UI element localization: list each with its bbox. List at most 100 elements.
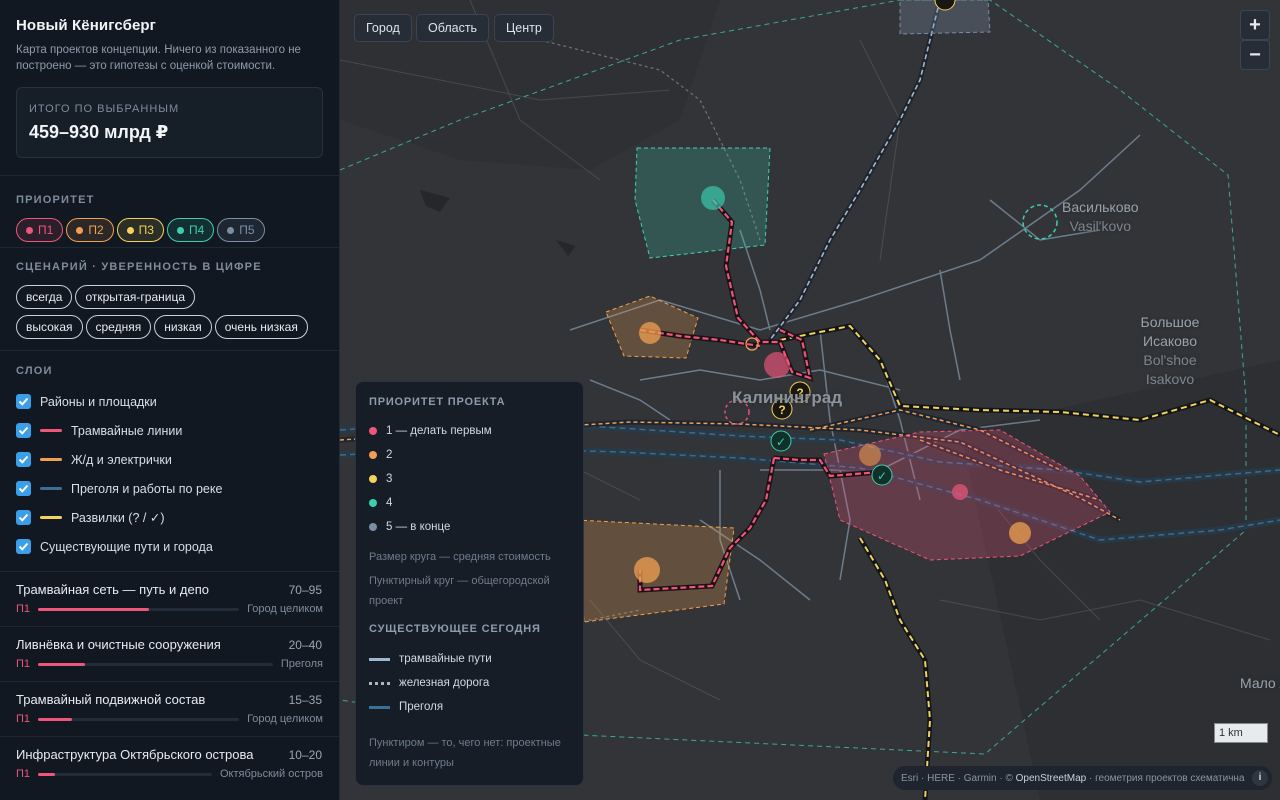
attribution-osm-link[interactable]: OpenStreetMap	[1016, 773, 1087, 784]
priority-filters: П1 П2 П3 П4 П5	[16, 218, 323, 242]
checkbox-checked-icon[interactable]	[16, 510, 31, 525]
layer-tram[interactable]: Трамвайные линии	[16, 416, 323, 445]
scenario-chip-always[interactable]: всегда	[16, 285, 73, 309]
scenario-chip-high[interactable]: высокая	[16, 315, 83, 339]
project-scope: Октябрьский остров	[219, 768, 323, 780]
info-icon[interactable]: i	[1252, 770, 1268, 786]
total-label: ИТОГО ПО ВЫБРАННЫМ	[29, 103, 180, 115]
scenario-chip-open-border[interactable]: открытая-граница	[75, 285, 196, 309]
layer-swatch	[40, 487, 62, 490]
scenario-chip-very-low[interactable]: очень низкая	[214, 315, 308, 339]
legend-note-size: Размер круга — средняя стоимость	[369, 551, 551, 563]
project-circle-p2[interactable]	[1009, 522, 1031, 544]
project-scope: Преголя	[280, 658, 323, 670]
priority-dot	[227, 226, 235, 234]
layer-label: Трамвайные линии	[71, 423, 183, 438]
town-label-ru: Большое Исаково	[1140, 314, 1200, 349]
priority-dot	[76, 226, 84, 234]
scope-button-city[interactable]: Город	[354, 14, 412, 42]
project-circle-p4[interactable]	[701, 186, 725, 210]
scope-button-region[interactable]: Область	[416, 14, 490, 42]
scenario-chip-medium[interactable]: средняя	[85, 315, 152, 339]
project-cost-bar-fill	[38, 772, 56, 776]
priority-section: ПРИОРИТЕТ П1 П2 П3 П4 П5	[0, 175, 339, 242]
project-circle-p1[interactable]	[764, 352, 790, 378]
legend-label: 3	[386, 473, 393, 485]
legend-priority-list: 1 — делать первым 2 3 4 5 — в конце	[369, 419, 570, 539]
town-label-vasilkovo: Васильково Vasil'kovo	[1062, 198, 1139, 236]
checkbox-checked-icon[interactable]	[16, 481, 31, 496]
fork-marker-check[interactable]: ✓	[770, 430, 792, 452]
project-item[interactable]: Ливнёвка и очистные сооружения 20–40 П1 П…	[0, 626, 339, 681]
scenario-chip-low[interactable]: низкая	[154, 315, 212, 339]
zoom-in-button[interactable]: +	[1240, 10, 1270, 40]
legend-dot	[369, 427, 377, 435]
project-cost-bar	[38, 772, 212, 776]
priority-filter-p3[interactable]: П3	[116, 218, 164, 242]
scale-bar: 1 km	[1214, 723, 1268, 743]
legend-existing-rail: железная дорога	[369, 671, 570, 695]
project-circle-p2[interactable]	[634, 557, 660, 583]
project-scope: Город целиком	[247, 713, 323, 725]
scope-button-center[interactable]: Центр	[494, 14, 554, 42]
priority-dot	[26, 226, 33, 234]
checkbox-checked-icon[interactable]	[16, 452, 31, 467]
legend-line-river	[369, 705, 390, 709]
priority-filter-p4[interactable]: П4	[166, 218, 215, 242]
project-circle-vasilkovo[interactable]	[1022, 204, 1058, 240]
legend-line-rail	[369, 681, 390, 685]
layers-list: Районы и площадки Трамвайные линии Ж/д и…	[16, 387, 323, 561]
map-canvas[interactable]: ? ? ✓ ✓ Калининград Васильково Vasil'kov…	[340, 0, 1280, 800]
legend-dot	[369, 451, 377, 459]
layer-rail[interactable]: Ж/д и электрички	[16, 445, 323, 474]
scenario-chips-row-1: всегда открытая-граница	[16, 285, 323, 309]
priority-filter-p2[interactable]: П2	[66, 218, 114, 242]
project-circle-p1[interactable]	[952, 484, 968, 500]
legend-line-tram	[369, 657, 390, 661]
project-item[interactable]: Трамвайная сеть — путь и депо 70–95 П1 Го…	[0, 571, 339, 626]
legend-priority-item: 2	[369, 443, 570, 467]
fork-marker-check[interactable]: ✓	[871, 464, 893, 486]
project-cost-bar	[38, 717, 240, 721]
project-list: Трамвайная сеть — путь и депо 70–95 П1 Го…	[0, 571, 339, 791]
project-circle-p2[interactable]	[639, 322, 661, 344]
map-legend: ПРИОРИТЕТ ПРОЕКТА 1 — делать первым 2 3 …	[355, 381, 584, 786]
layer-swatch	[40, 458, 62, 461]
project-item[interactable]: Инфраструктура Октябрьского острова 10–2…	[0, 736, 339, 791]
layer-label: Преголя и работы по реке	[71, 481, 223, 496]
checkbox-checked-icon[interactable]	[16, 539, 31, 554]
priority-label: П2	[88, 223, 104, 237]
city-label-kaliningrad: Калининград	[732, 388, 842, 407]
legend-label: 2	[386, 449, 393, 461]
layer-districts[interactable]: Районы и площадки	[16, 387, 323, 416]
layer-forks[interactable]: Развилки (? / ✓)	[16, 503, 323, 532]
legend-dot	[369, 499, 377, 507]
checkbox-checked-icon[interactable]	[16, 394, 31, 409]
project-cost-bar	[38, 662, 273, 666]
legend-title: ПРИОРИТЕТ ПРОЕКТА	[369, 396, 506, 408]
legend-existing-title: СУЩЕСТВУЮЩЕЕ СЕГОДНЯ	[369, 623, 541, 635]
project-priority: П1	[16, 603, 31, 615]
project-name: Трамвайный подвижной состав	[16, 692, 206, 707]
layer-label: Существующие пути и города	[40, 539, 213, 554]
layer-label: Развилки (? / ✓)	[71, 511, 165, 525]
project-item[interactable]: Трамвайный подвижной состав 15–35 П1 Горо…	[0, 681, 339, 736]
legend-existing-river: Преголя	[369, 695, 570, 719]
priority-dot	[126, 226, 134, 234]
project-scope: Город целиком	[247, 603, 323, 615]
project-priority: П1	[16, 658, 31, 670]
layer-existing[interactable]: Существующие пути и города	[16, 532, 323, 561]
project-cost-bar	[38, 607, 240, 611]
legend-existing-tram: трамвайные пути	[369, 647, 570, 671]
checkbox-checked-icon[interactable]	[16, 423, 31, 438]
project-circle-p2[interactable]	[859, 444, 881, 466]
layer-river[interactable]: Преголя и работы по реке	[16, 474, 323, 503]
town-label-lat: Vasil'kovo	[1069, 218, 1132, 234]
priority-filter-p1[interactable]: П1	[16, 218, 64, 242]
project-cost: 70–95	[288, 583, 322, 597]
layer-swatch	[40, 516, 62, 519]
zoom-out-button[interactable]: −	[1240, 40, 1270, 70]
legend-label: 1 — делать первым	[386, 425, 492, 437]
project-cost-bar-fill	[38, 607, 149, 611]
priority-filter-p5[interactable]: П5	[217, 218, 265, 242]
